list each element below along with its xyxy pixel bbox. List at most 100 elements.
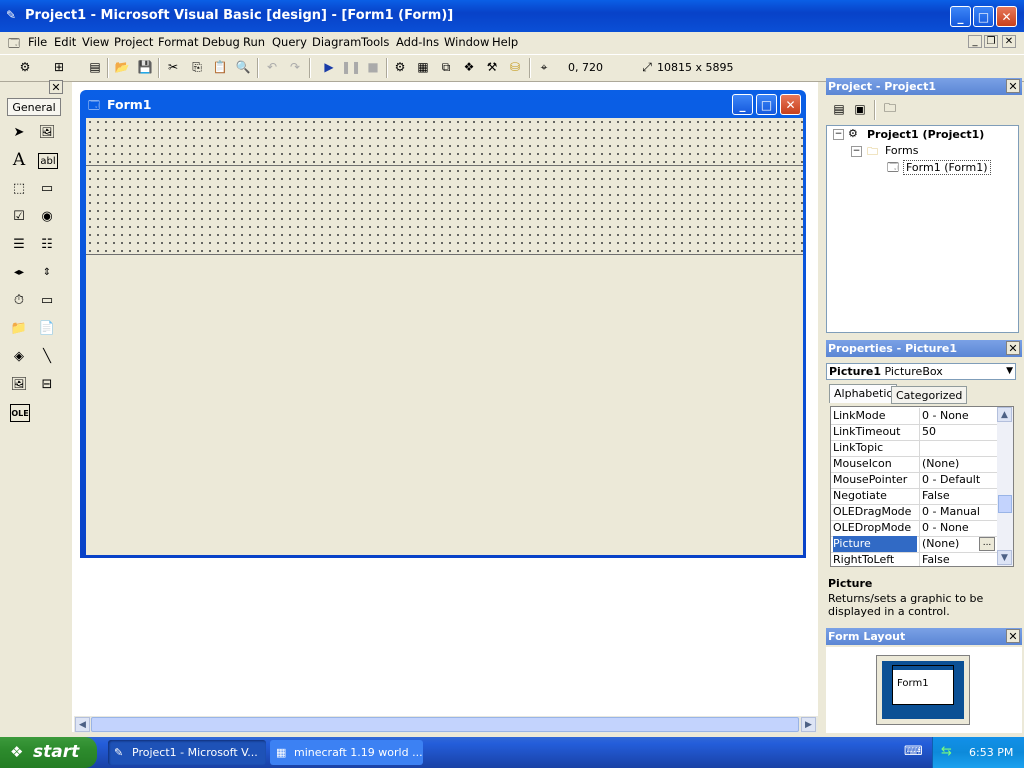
- scroll-down-icon[interactable]: ▼: [997, 550, 1012, 565]
- form-layout-panel-title[interactable]: Form Layout ✕: [826, 628, 1022, 645]
- menu-diagram[interactable]: Diagram: [312, 35, 361, 49]
- tab-categorized[interactable]: Categorized: [891, 386, 968, 404]
- clock[interactable]: 6:53 PM: [969, 746, 1013, 759]
- save-icon[interactable]: 💾: [136, 58, 154, 76]
- menu-debug[interactable]: Debug: [202, 35, 240, 49]
- start-icon[interactable]: ▶: [320, 58, 338, 76]
- optionbutton-icon[interactable]: ◉: [36, 205, 58, 227]
- maximize-button[interactable]: □: [973, 6, 994, 27]
- view-object-icon[interactable]: ▣: [851, 100, 869, 118]
- network-icon[interactable]: ⇆: [941, 744, 952, 759]
- undo-icon[interactable]: ↶: [263, 58, 281, 76]
- cut-icon[interactable]: ✂: [164, 58, 182, 76]
- frame-icon[interactable]: ⬚: [8, 177, 30, 199]
- dirlistbox-icon[interactable]: 📁: [8, 317, 30, 339]
- view-code-icon[interactable]: ▤: [830, 100, 848, 118]
- image-icon[interactable]: 🖼: [8, 373, 30, 395]
- tree-forms-folder[interactable]: Forms: [885, 144, 918, 157]
- copy-icon[interactable]: ⎘: [188, 58, 206, 76]
- break-icon[interactable]: ❚❚: [341, 58, 361, 76]
- properties-panel-title[interactable]: Properties - Picture1 ✕: [826, 340, 1022, 357]
- form1-maximize-button[interactable]: □: [756, 94, 777, 115]
- property-row[interactable]: LinkMode 0 - None: [831, 408, 997, 425]
- properties-close-button[interactable]: ✕: [1006, 341, 1020, 355]
- scroll-right-icon[interactable]: ▶: [801, 717, 816, 732]
- drivelistbox-icon[interactable]: ▭: [36, 289, 58, 311]
- start-button[interactable]: ❖ start: [0, 737, 97, 768]
- scroll-up-icon[interactable]: ▲: [997, 407, 1012, 422]
- menu-edit[interactable]: Edit: [54, 35, 76, 49]
- keyboard-icon[interactable]: ⌨: [904, 744, 923, 759]
- filelistbox-icon[interactable]: 📄: [36, 317, 58, 339]
- project-explorer-icon[interactable]: ⚙: [391, 58, 409, 76]
- mdi-minimize-button[interactable]: _: [968, 35, 982, 48]
- combobox-icon[interactable]: ☰: [8, 233, 30, 255]
- scroll-thumb[interactable]: [91, 717, 799, 732]
- vscrollbar-icon[interactable]: ⇕: [36, 261, 58, 283]
- hscrollbar-icon[interactable]: ◂▸: [8, 261, 30, 283]
- menu-editor-icon[interactable]: ▤: [86, 58, 104, 76]
- add-project-icon[interactable]: ⚙: [16, 58, 34, 76]
- close-button[interactable]: ✕: [996, 6, 1017, 27]
- data-view-icon[interactable]: ⛁: [506, 58, 524, 76]
- property-row[interactable]: LinkTimeout 50: [831, 424, 997, 441]
- redo-icon[interactable]: ↷: [286, 58, 304, 76]
- textbox-icon[interactable]: abl: [38, 153, 58, 169]
- listbox-icon[interactable]: ☷: [36, 233, 58, 255]
- add-form-icon[interactable]: ⊞: [50, 58, 68, 76]
- task-minecraft[interactable]: ▦ minecraft 1.19 world ...: [270, 740, 423, 765]
- form1-minimize-button[interactable]: _: [732, 94, 753, 115]
- title-bar[interactable]: ✎ Project1 - Microsoft Visual Basic [des…: [0, 0, 1024, 32]
- scroll-left-icon[interactable]: ◀: [75, 717, 90, 732]
- tab-alphabetic[interactable]: Alphabetic: [829, 384, 898, 403]
- form-layout-icon[interactable]: ⧉: [437, 58, 455, 76]
- picturebox-top[interactable]: [86, 118, 803, 166]
- commandbutton-icon[interactable]: ▭: [36, 177, 58, 199]
- form-layout-close-button[interactable]: ✕: [1006, 629, 1020, 643]
- paste-icon[interactable]: 📋: [211, 58, 229, 76]
- mdi-restore-button[interactable]: ❐: [984, 35, 998, 48]
- form-system-icon[interactable]: 🗔: [8, 35, 20, 54]
- find-icon[interactable]: 🔍: [234, 58, 252, 76]
- menu-file[interactable]: File: [28, 35, 47, 49]
- property-row[interactable]: OLEDragMode 0 - Manual: [831, 504, 997, 521]
- mdi-close-button[interactable]: ✕: [1002, 35, 1016, 48]
- menu-window[interactable]: Window: [444, 35, 489, 49]
- form1-close-button[interactable]: ✕: [780, 94, 801, 115]
- tree-form1-item[interactable]: Form1 (Form1): [903, 160, 991, 175]
- end-icon[interactable]: ■: [364, 58, 382, 76]
- object-selector[interactable]: Picture1 PictureBox ▼: [826, 363, 1016, 380]
- property-row-selected[interactable]: Picture (None) ...: [831, 536, 997, 553]
- timer-icon[interactable]: ⏱: [8, 289, 30, 311]
- collapse-icon[interactable]: −: [833, 129, 844, 140]
- project-panel-title[interactable]: Project - Project1 ✕: [826, 78, 1022, 95]
- data-icon[interactable]: ⊟: [36, 373, 58, 395]
- menu-addins[interactable]: Add-Ins: [396, 35, 439, 49]
- form-layout-preview[interactable]: Form1: [892, 665, 954, 705]
- chevron-down-icon[interactable]: ▼: [1006, 364, 1013, 379]
- property-row[interactable]: OLEDropMode 0 - None: [831, 520, 997, 537]
- toolbox-close-button[interactable]: ✕: [49, 80, 63, 94]
- mdi-horizontal-scrollbar[interactable]: ◀ ▶: [74, 716, 818, 733]
- property-row[interactable]: Negotiate False: [831, 488, 997, 505]
- shape-icon[interactable]: ◈: [8, 345, 30, 367]
- menu-tools[interactable]: Tools: [361, 35, 389, 49]
- toolbox-general-tab[interactable]: General: [7, 98, 61, 116]
- project-close-button[interactable]: ✕: [1006, 79, 1020, 93]
- scroll-thumb[interactable]: [998, 495, 1012, 513]
- object-browser-icon[interactable]: ❖: [460, 58, 478, 76]
- ellipsis-button[interactable]: ...: [979, 537, 995, 551]
- collapse-icon[interactable]: −: [851, 146, 862, 157]
- task-vb-project[interactable]: ✎ Project1 - Microsoft V...: [108, 740, 266, 765]
- checkbox-icon[interactable]: ☑: [8, 205, 30, 227]
- menu-help[interactable]: Help: [492, 35, 518, 49]
- toolbox-icon[interactable]: ⚒: [483, 58, 501, 76]
- property-row[interactable]: MousePointer 0 - Default: [831, 472, 997, 489]
- property-row[interactable]: LinkTopic: [831, 440, 997, 457]
- picture1[interactable]: [86, 167, 803, 255]
- menu-project[interactable]: Project: [114, 35, 153, 49]
- toggle-folders-icon[interactable]: 🗀: [881, 100, 899, 118]
- picturebox-icon[interactable]: 🖼: [36, 121, 58, 143]
- ole-icon[interactable]: OLE: [10, 404, 30, 422]
- properties-window-icon[interactable]: ▦: [414, 58, 432, 76]
